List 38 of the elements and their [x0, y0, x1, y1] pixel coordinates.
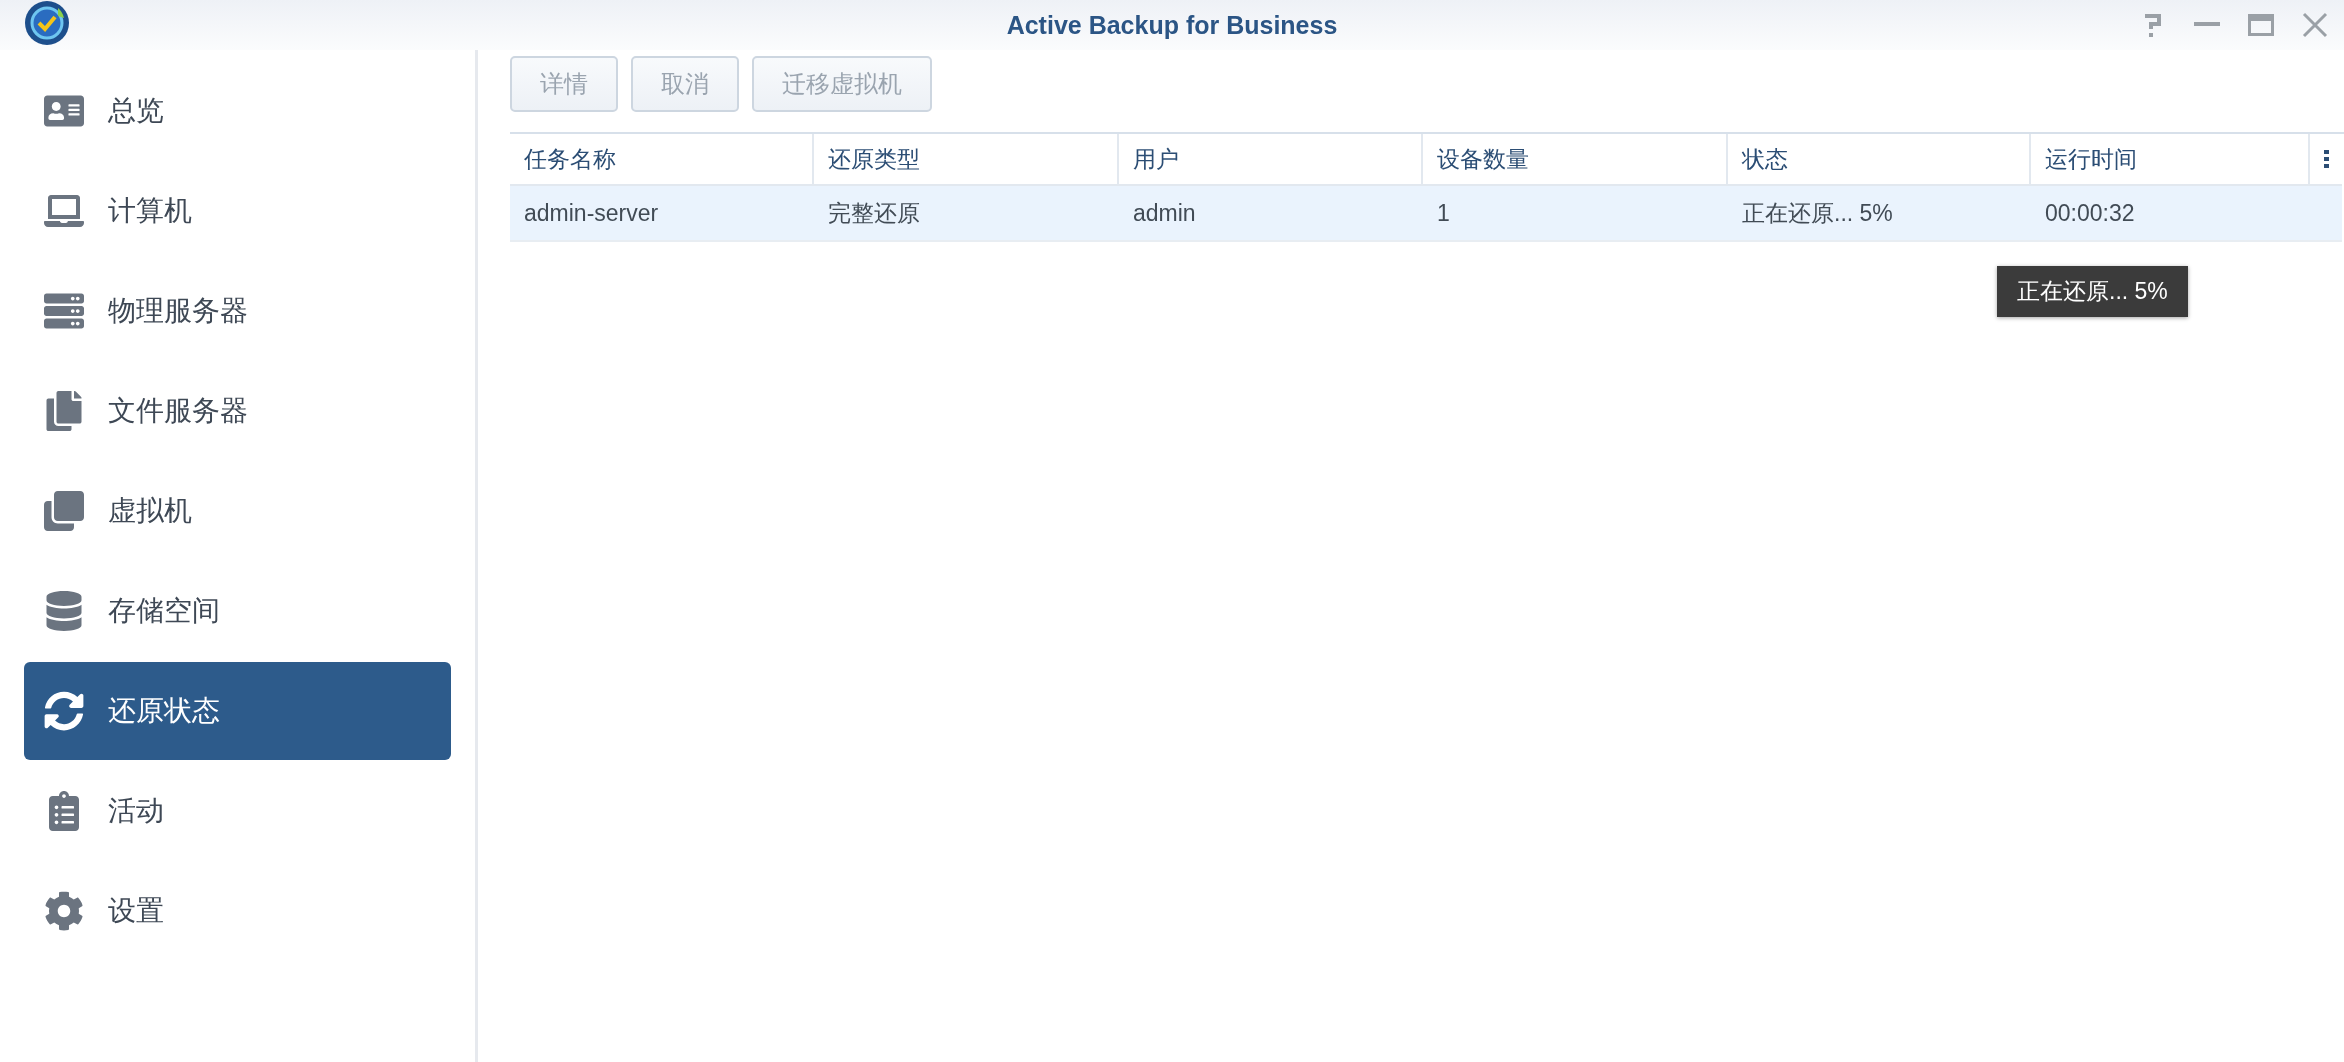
sidebar-item[interactable]: 文件服务器	[24, 362, 451, 460]
table-cell: 00:00:32	[2031, 186, 2310, 242]
windows-icon	[44, 491, 84, 531]
app-logo-icon	[24, 0, 70, 46]
tooltip: 正在还原... 5%	[1997, 266, 2188, 317]
server-icon	[44, 291, 84, 331]
table-cell: 1	[1423, 186, 1728, 242]
sidebar-item[interactable]: 虚拟机	[24, 462, 451, 560]
sidebar-label: 总览	[108, 94, 164, 128]
table-cell: 正在还原... 5%	[1728, 186, 2031, 242]
database-icon	[44, 591, 84, 631]
sync-icon	[44, 691, 84, 731]
sidebar-label: 计算机	[108, 194, 192, 228]
documents-icon	[44, 391, 84, 431]
minimize-icon	[2194, 22, 2220, 28]
sidebar-label: 活动	[108, 794, 164, 828]
window-title: Active Backup for Business	[1005, 10, 1339, 40]
close-icon	[2302, 12, 2328, 38]
table-cell: admin-server	[510, 186, 814, 242]
settings-icon	[44, 891, 84, 931]
sidebar-label: 虚拟机	[108, 494, 192, 528]
table-cell: admin	[1119, 186, 1423, 242]
sidebar-label: 物理服务器	[108, 294, 248, 328]
table-cell	[2310, 186, 2342, 242]
sidebar-item[interactable]: 活动	[24, 762, 451, 860]
sidebar-item[interactable]: 存储空间	[24, 562, 451, 660]
sidebar-label: 还原状态	[108, 694, 220, 728]
sidebar-label: 文件服务器	[108, 394, 248, 428]
sidebar-label: 设置	[108, 894, 164, 928]
sidebar-item[interactable]: 还原状态	[24, 662, 451, 760]
maximize-icon	[2248, 14, 2274, 36]
sidebar-item[interactable]: 计算机	[24, 162, 451, 260]
sidebar-item[interactable]: 物理服务器	[24, 262, 451, 360]
table-cell: 完整还原	[814, 186, 1119, 242]
sidebar-item[interactable]: 总览	[24, 62, 451, 160]
sidebar-item[interactable]: 设置	[24, 862, 451, 960]
sidebar-label: 存储空间	[108, 594, 220, 628]
more-icon	[2323, 150, 2329, 168]
